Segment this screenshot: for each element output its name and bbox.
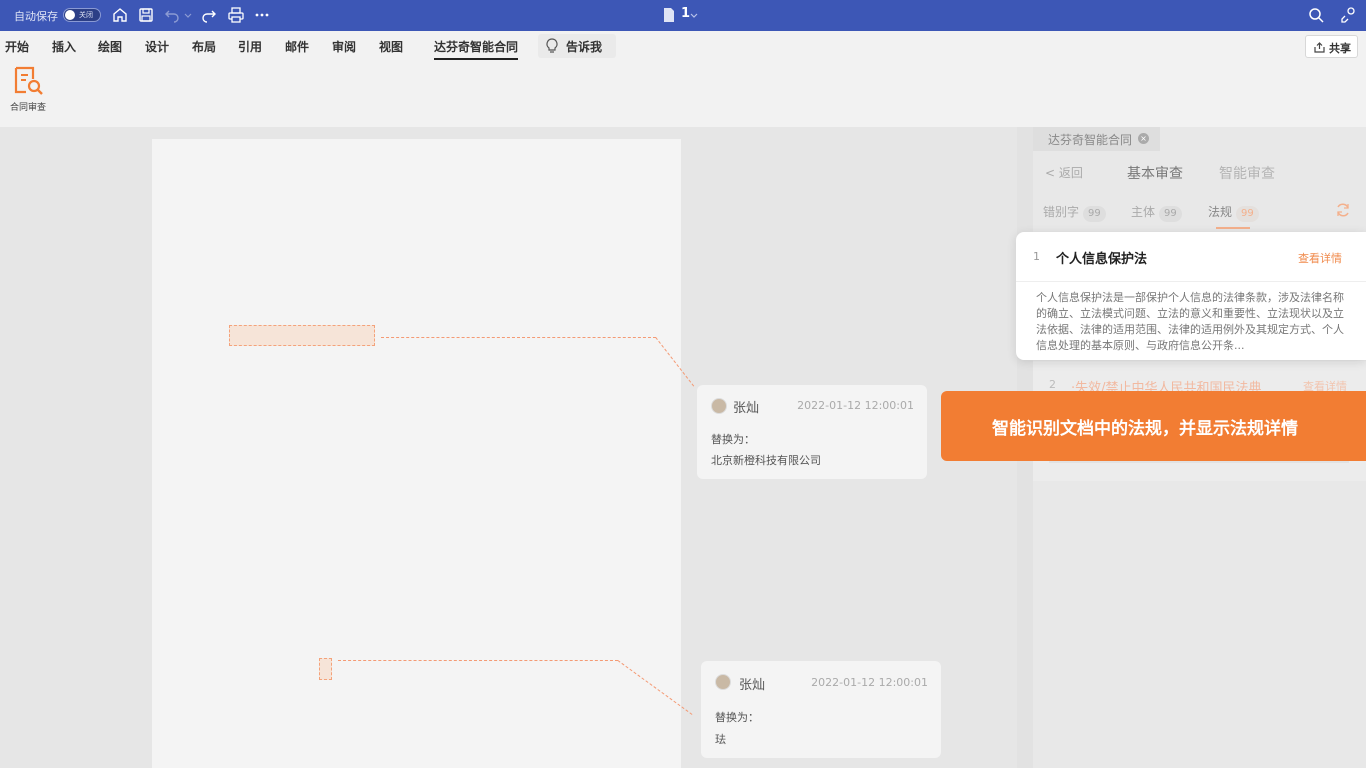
- category-typo[interactable]: 错别字 99: [1043, 203, 1106, 222]
- active-category-indicator: [1216, 227, 1250, 229]
- category-label: 主体: [1131, 205, 1156, 219]
- save-icon[interactable]: [137, 6, 155, 24]
- tell-me-label: 告诉我: [566, 40, 603, 54]
- undo-dropdown-icon[interactable]: [183, 6, 193, 24]
- tab-smart-review[interactable]: 智能审查: [1219, 163, 1275, 183]
- category-label: 法规: [1208, 205, 1233, 219]
- regulation-title: 个人信息保护法: [1056, 252, 1148, 267]
- category-count: 99: [1236, 206, 1259, 222]
- contract-review-button[interactable]: 合同审查: [6, 65, 52, 113]
- account-icon[interactable]: [1339, 6, 1357, 24]
- autosave-toggle[interactable]: 关闭: [63, 8, 101, 22]
- divider: [1016, 281, 1366, 282]
- tab-view[interactable]: 视图: [379, 38, 403, 55]
- tab-layout[interactable]: 布局: [192, 38, 216, 55]
- title-bar: 自动保存 关闭 1: [0, 0, 1366, 31]
- back-link[interactable]: < 返回: [1045, 164, 1083, 181]
- comment-time: 2022-01-12 12:00:01: [797, 399, 914, 412]
- refresh-icon[interactable]: [1335, 202, 1351, 218]
- ribbon: 开始 插入 绘图 设计 布局 引用 邮件 审阅 视图 达芬奇智能合同 告诉我 共…: [0, 31, 1366, 127]
- toggle-knob: [65, 10, 75, 20]
- avatar: [711, 398, 727, 414]
- print-icon[interactable]: [227, 6, 245, 24]
- tab-basic-review[interactable]: 基本审查: [1127, 163, 1183, 183]
- tab-references[interactable]: 引用: [238, 38, 262, 55]
- avatar: [715, 674, 731, 690]
- comment-value: 北京新橙科技有限公司: [711, 454, 821, 467]
- category-regulation[interactable]: 法规 99: [1208, 203, 1259, 222]
- category-entity[interactable]: 主体 99: [1131, 203, 1182, 222]
- document-icon: [664, 8, 674, 22]
- list-item-number: 2: [1049, 378, 1056, 391]
- undo-icon[interactable]: [163, 6, 181, 24]
- panel-tab-title: 达芬奇智能合同: [1048, 133, 1133, 147]
- comment-card[interactable]: 张灿 2022-01-12 12:00:01 替换为： 珐: [701, 661, 941, 758]
- tab-review[interactable]: 审阅: [332, 38, 356, 55]
- share-icon: [1314, 42, 1325, 53]
- highlight-mark-2[interactable]: [319, 658, 332, 680]
- search-icon[interactable]: [1307, 6, 1325, 24]
- comment-time: 2022-01-12 12:00:01: [811, 676, 928, 689]
- category-count: 99: [1083, 206, 1106, 222]
- contract-review-icon: [14, 66, 43, 95]
- comment-author: 张灿: [733, 401, 760, 416]
- share-button[interactable]: 共享: [1305, 35, 1358, 58]
- lightbulb-icon: [546, 38, 558, 53]
- redo-icon[interactable]: [200, 6, 218, 24]
- share-label: 共享: [1329, 42, 1351, 55]
- callout-text: 智能识别文档中的法规，并显示法规详情: [992, 419, 1298, 439]
- tab-home[interactable]: 开始: [5, 38, 29, 55]
- more-icon[interactable]: [253, 6, 271, 24]
- toggle-state: 关闭: [79, 11, 93, 19]
- comment-author: 张灿: [739, 678, 766, 693]
- comment-value: 珐: [715, 733, 726, 746]
- category-count: 99: [1159, 206, 1182, 222]
- document-page[interactable]: [152, 139, 681, 768]
- tab-smart-contract[interactable]: 达芬奇智能合同: [434, 38, 519, 60]
- close-icon[interactable]: ×: [1138, 133, 1149, 144]
- contract-review-label: 合同审查: [10, 103, 47, 113]
- comment-label: 替换为：: [711, 433, 755, 446]
- tab-design[interactable]: 设计: [145, 38, 169, 55]
- list-item-number: 1: [1033, 250, 1040, 263]
- regulation-description: 个人信息保护法是一部保护个人信息的法律条款，涉及法律名称的确立、立法模式问题、立…: [1036, 291, 1344, 352]
- panel-tab[interactable]: 达芬奇智能合同 ×: [1033, 127, 1160, 151]
- comment-card[interactable]: 张灿 2022-01-12 12:00:01 替换为： 北京新橙科技有限公司: [697, 385, 927, 479]
- category-label: 错别字: [1043, 205, 1080, 219]
- tell-me-box[interactable]: 告诉我: [538, 34, 616, 58]
- tab-insert[interactable]: 插入: [52, 38, 76, 55]
- view-details-link[interactable]: 查看详情: [1298, 250, 1342, 266]
- comment-leader-1: [381, 337, 656, 338]
- title-dropdown-icon[interactable]: [688, 6, 700, 24]
- highlight-mark-1[interactable]: [229, 325, 375, 346]
- tab-draw[interactable]: 绘图: [98, 38, 122, 55]
- comment-label: 替换为：: [715, 711, 759, 724]
- tab-mailings[interactable]: 邮件: [285, 38, 309, 55]
- ribbon-tabs: 开始 插入 绘图 设计 布局 引用 邮件 审阅 视图 达芬奇智能合同 告诉我 共…: [0, 31, 1366, 60]
- comment-leader-2: [338, 660, 618, 661]
- regulation-card[interactable]: 1 个人信息保护法 查看详情 个人信息保护法是一部保护个人信息的法律条款，涉及法…: [1016, 232, 1366, 360]
- feature-callout: 智能识别文档中的法规，并显示法规详情: [941, 391, 1366, 461]
- autosave-label: 自动保存: [14, 10, 58, 23]
- home-icon[interactable]: [111, 6, 129, 24]
